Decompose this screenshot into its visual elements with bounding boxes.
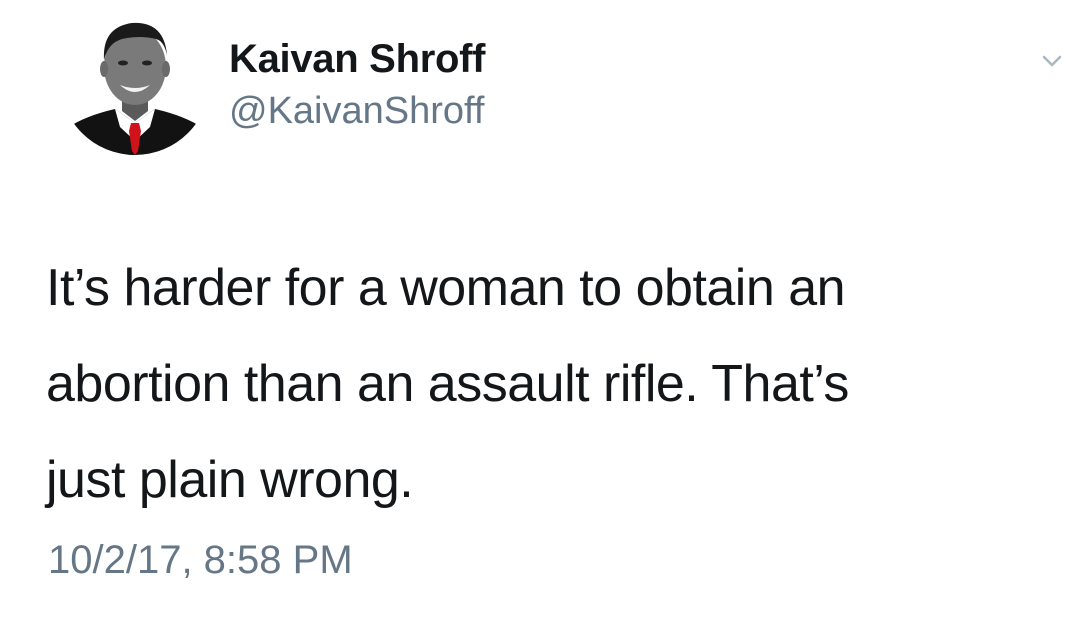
avatar-photo (60, 22, 210, 155)
author-name[interactable]: Kaivan Shroff (229, 37, 485, 82)
tweet-text: It’s harder for a woman to obtain an abo… (46, 240, 1046, 528)
tweet-text-line: It’s harder for a woman to obtain an (46, 259, 846, 317)
author-handle[interactable]: @KaivanShroff (229, 90, 484, 133)
chevron-down-icon[interactable] (1040, 48, 1064, 72)
tweet-text-line: just plain wrong. (46, 451, 414, 509)
tweet-text-line: abortion than an assault rifle. That’s (46, 355, 849, 413)
avatar[interactable] (60, 5, 210, 155)
tweet-card: Kaivan Shroff @KaivanShroff It’s harder … (0, 0, 1066, 626)
tweet-timestamp[interactable]: 10/2/17, 8:58 PM (48, 538, 353, 583)
